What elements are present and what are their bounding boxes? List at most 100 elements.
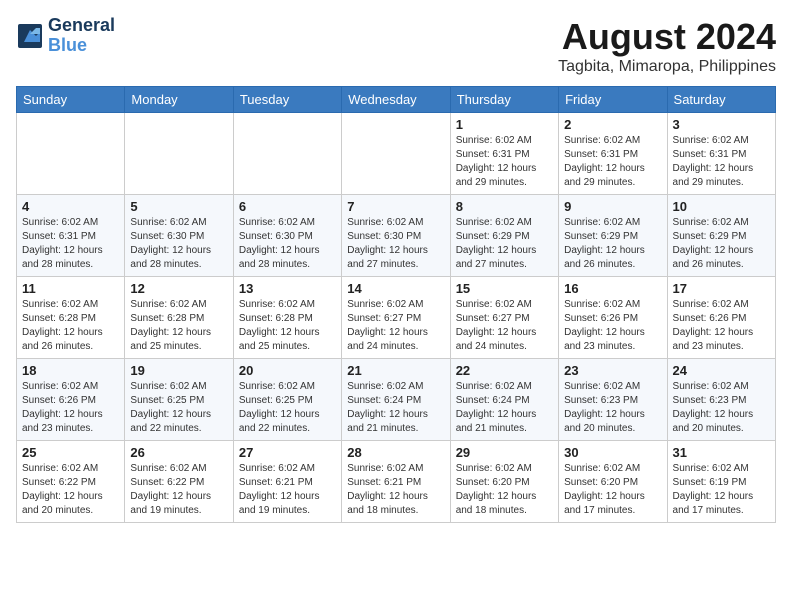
day-info: Sunrise: 6:02 AM Sunset: 6:31 PM Dayligh…: [22, 216, 119, 272]
calendar-cell: 6 Sunrise: 6:02 AM Sunset: 6:30 PM Daylig…: [233, 195, 341, 277]
calendar-cell: 2Sunrise: 6:02 AM Sunset: 6:31 PM Daylig…: [559, 113, 667, 195]
calendar-cell: 15Sunrise: 6:02 AM Sunset: 6:27 PM Dayli…: [450, 277, 558, 359]
weekday-header-monday: Monday: [125, 87, 233, 113]
day-number: 28: [347, 445, 444, 460]
day-number: 12: [130, 281, 227, 296]
day-number: 23: [564, 363, 661, 378]
day-info: Sunrise: 6:02 AM Sunset: 6:24 PM Dayligh…: [347, 380, 444, 436]
day-number: 20: [239, 363, 336, 378]
month-year: August 2024: [558, 16, 776, 58]
day-info: Sunrise: 6:02 AM Sunset: 6:31 PM Dayligh…: [673, 134, 770, 190]
logo-line1: General: [48, 16, 115, 36]
calendar-cell: 20 Sunrise: 6:02 AM Sunset: 6:25 PM Dayli…: [233, 359, 341, 441]
calendar-cell: [342, 113, 450, 195]
day-info: Sunrise: 6:02 AM Sunset: 6:22 PM Dayligh…: [130, 462, 227, 518]
day-number: 5: [130, 199, 227, 214]
calendar-cell: 26Sunrise: 6:02 AM Sunset: 6:22 PM Dayli…: [125, 441, 233, 523]
day-number: 2: [564, 117, 661, 132]
calendar-cell: 23 Sunrise: 6:02 AM Sunset: 6:23 PM Dayli…: [559, 359, 667, 441]
day-info: Sunrise: 6:02 AM Sunset: 6:27 PM Dayligh…: [347, 298, 444, 354]
weekday-header-friday: Friday: [559, 87, 667, 113]
day-info: Sunrise: 6:02 AM Sunset: 6:30 PM Dayligh…: [347, 216, 444, 272]
day-info: Sunrise: 6:02 AM Sunset: 6:28 PM Dayligh…: [239, 298, 336, 354]
day-number: 7: [347, 199, 444, 214]
calendar-cell: 4 Sunrise: 6:02 AM Sunset: 6:31 PM Daylig…: [17, 195, 125, 277]
logo-line2: Blue: [48, 36, 115, 56]
calendar-cell: 17Sunrise: 6:02 AM Sunset: 6:26 PM Dayli…: [667, 277, 775, 359]
day-info: Sunrise: 6:02 AM Sunset: 6:20 PM Dayligh…: [456, 462, 553, 518]
day-info: Sunrise: 6:02 AM Sunset: 6:28 PM Dayligh…: [22, 298, 119, 354]
day-info: Sunrise: 6:02 AM Sunset: 6:26 PM Dayligh…: [564, 298, 661, 354]
day-info: Sunrise: 6:02 AM Sunset: 6:29 PM Dayligh…: [456, 216, 553, 272]
calendar-cell: [125, 113, 233, 195]
day-number: 13: [239, 281, 336, 296]
day-number: 1: [456, 117, 553, 132]
day-info: Sunrise: 6:02 AM Sunset: 6:24 PM Dayligh…: [456, 380, 553, 436]
calendar-cell: 31 Sunrise: 6:02 AM Sunset: 6:19 PM Dayli…: [667, 441, 775, 523]
day-number: 15: [456, 281, 553, 296]
day-info: Sunrise: 6:02 AM Sunset: 6:29 PM Dayligh…: [673, 216, 770, 272]
day-number: 19: [130, 363, 227, 378]
day-number: 10: [673, 199, 770, 214]
day-info: Sunrise: 6:02 AM Sunset: 6:31 PM Dayligh…: [456, 134, 553, 190]
calendar-cell: 7 Sunrise: 6:02 AM Sunset: 6:30 PM Daylig…: [342, 195, 450, 277]
day-number: 24: [673, 363, 770, 378]
calendar-cell: 27 Sunrise: 6:02 AM Sunset: 6:21 PM Dayli…: [233, 441, 341, 523]
calendar-cell: 16 Sunrise: 6:02 AM Sunset: 6:26 PM Dayli…: [559, 277, 667, 359]
calendar-cell: 8 Sunrise: 6:02 AM Sunset: 6:29 PM Daylig…: [450, 195, 558, 277]
weekday-header-saturday: Saturday: [667, 87, 775, 113]
day-number: 3: [673, 117, 770, 132]
day-number: 25: [22, 445, 119, 460]
day-number: 9: [564, 199, 661, 214]
calendar-cell: 5 Sunrise: 6:02 AM Sunset: 6:30 PM Daylig…: [125, 195, 233, 277]
calendar-cell: [17, 113, 125, 195]
day-info: Sunrise: 6:02 AM Sunset: 6:30 PM Dayligh…: [239, 216, 336, 272]
day-number: 22: [456, 363, 553, 378]
day-number: 30: [564, 445, 661, 460]
calendar-week-5: 25 Sunrise: 6:02 AM Sunset: 6:22 PM Dayli…: [17, 441, 776, 523]
calendar-cell: 29 Sunrise: 6:02 AM Sunset: 6:20 PM Dayli…: [450, 441, 558, 523]
calendar-week-4: 18Sunrise: 6:02 AM Sunset: 6:26 PM Dayli…: [17, 359, 776, 441]
calendar-cell: 21 Sunrise: 6:02 AM Sunset: 6:24 PM Dayli…: [342, 359, 450, 441]
day-number: 27: [239, 445, 336, 460]
day-info: Sunrise: 6:02 AM Sunset: 6:23 PM Dayligh…: [673, 380, 770, 436]
location: Tagbita, Mimaropa, Philippines: [558, 58, 776, 76]
day-info: Sunrise: 6:02 AM Sunset: 6:25 PM Dayligh…: [239, 380, 336, 436]
calendar-cell: [233, 113, 341, 195]
day-number: 8: [456, 199, 553, 214]
calendar-cell: 3 Sunrise: 6:02 AM Sunset: 6:31 PM Daylig…: [667, 113, 775, 195]
calendar-cell: 22 Sunrise: 6:02 AM Sunset: 6:24 PM Dayli…: [450, 359, 558, 441]
weekday-header-thursday: Thursday: [450, 87, 558, 113]
page-header: General Blue August 2024 Tagbita, Mimaro…: [16, 16, 776, 76]
day-info: Sunrise: 6:02 AM Sunset: 6:19 PM Dayligh…: [673, 462, 770, 518]
calendar-cell: 1 Sunrise: 6:02 AM Sunset: 6:31 PM Daylig…: [450, 113, 558, 195]
day-info: Sunrise: 6:02 AM Sunset: 6:23 PM Dayligh…: [564, 380, 661, 436]
day-number: 4: [22, 199, 119, 214]
calendar-cell: 18Sunrise: 6:02 AM Sunset: 6:26 PM Dayli…: [17, 359, 125, 441]
calendar-cell: 19Sunrise: 6:02 AM Sunset: 6:25 PM Dayli…: [125, 359, 233, 441]
calendar-week-3: 11 Sunrise: 6:02 AM Sunset: 6:28 PM Dayli…: [17, 277, 776, 359]
day-info: Sunrise: 6:02 AM Sunset: 6:30 PM Dayligh…: [130, 216, 227, 272]
day-number: 11: [22, 281, 119, 296]
calendar-cell: 30 Sunrise: 6:02 AM Sunset: 6:20 PM Dayli…: [559, 441, 667, 523]
day-info: Sunrise: 6:02 AM Sunset: 6:22 PM Dayligh…: [22, 462, 119, 518]
logo: General Blue: [16, 16, 115, 56]
day-info: Sunrise: 6:02 AM Sunset: 6:21 PM Dayligh…: [239, 462, 336, 518]
day-info: Sunrise: 6:02 AM Sunset: 6:29 PM Dayligh…: [564, 216, 661, 272]
weekday-header-tuesday: Tuesday: [233, 87, 341, 113]
day-number: 6: [239, 199, 336, 214]
calendar-cell: 10 Sunrise: 6:02 AM Sunset: 6:29 PM Dayli…: [667, 195, 775, 277]
day-info: Sunrise: 6:02 AM Sunset: 6:20 PM Dayligh…: [564, 462, 661, 518]
calendar-table: SundayMondayTuesdayWednesdayThursdayFrid…: [16, 86, 776, 523]
calendar-cell: 9 Sunrise: 6:02 AM Sunset: 6:29 PM Daylig…: [559, 195, 667, 277]
logo-icon: [16, 22, 44, 50]
calendar-week-1: 1 Sunrise: 6:02 AM Sunset: 6:31 PM Daylig…: [17, 113, 776, 195]
day-number: 29: [456, 445, 553, 460]
calendar-cell: 11 Sunrise: 6:02 AM Sunset: 6:28 PM Dayli…: [17, 277, 125, 359]
calendar-cell: 13 Sunrise: 6:02 AM Sunset: 6:28 PM Dayli…: [233, 277, 341, 359]
day-number: 31: [673, 445, 770, 460]
day-number: 21: [347, 363, 444, 378]
day-info: Sunrise: 6:02 AM Sunset: 6:21 PM Dayligh…: [347, 462, 444, 518]
day-info: Sunrise: 6:02 AM Sunset: 6:28 PM Dayligh…: [130, 298, 227, 354]
day-number: 16: [564, 281, 661, 296]
